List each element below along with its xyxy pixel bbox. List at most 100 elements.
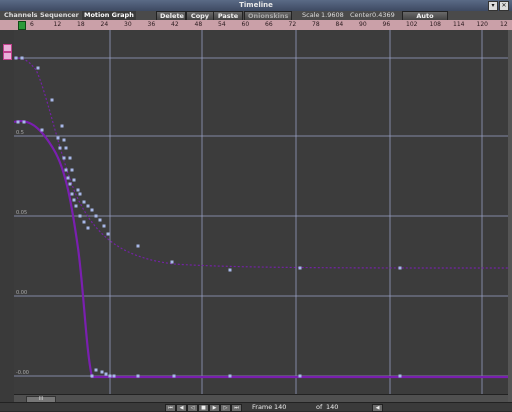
scale-value[interactable]: 1.9608 (321, 11, 344, 20)
keyframe-dot (72, 178, 76, 182)
keyframe-dot (228, 374, 232, 378)
ruler-tick: 120 (476, 21, 488, 28)
step-back-icon[interactable]: ◀ (176, 404, 187, 412)
keyframe-dot (22, 120, 26, 124)
keyframe-dot (136, 374, 140, 378)
play-reverse-icon[interactable]: ◁ (187, 404, 198, 412)
keyframe-dot (76, 188, 80, 192)
keyframe-dot (72, 198, 76, 202)
ruler-tick: 114 (453, 21, 465, 28)
keyframe-dot (70, 192, 74, 196)
ruler-tick: 36 (147, 21, 156, 28)
keyframe-dot (68, 182, 72, 186)
keyframe-dot (78, 214, 82, 218)
minimize-icon[interactable]: ▾ (488, 1, 498, 11)
keyframe-dot (60, 124, 64, 128)
ruler-tick: 60 (241, 21, 250, 28)
keyframe-dot (298, 374, 302, 378)
ruler-tick: 6 (30, 21, 34, 28)
main-curve (14, 119, 508, 379)
keyframe-dot (64, 168, 68, 172)
go-to-start-icon[interactable]: ⏮ (165, 404, 176, 412)
keyframe-dot (94, 368, 98, 372)
y-axis-label: 0.00 (16, 290, 27, 296)
tab-channels[interactable]: Channels (2, 11, 40, 20)
close-icon[interactable]: ✕ (499, 1, 509, 11)
insert-key-icon[interactable] (3, 44, 12, 52)
keyframe-dot (172, 374, 176, 378)
keyframe-dot (398, 374, 402, 378)
keyframe-dot (58, 146, 62, 150)
keyframe-dot (64, 146, 68, 150)
keyframe-dot (82, 200, 86, 204)
scroll-left-icon[interactable]: ◀ (372, 404, 383, 412)
tab-motion-graph[interactable]: Motion Graph (82, 11, 136, 20)
play-icon[interactable]: ▶ (209, 404, 220, 412)
keyframe-dot (102, 224, 106, 228)
ruler-tick: 48 (194, 21, 203, 28)
playhead-marker[interactable] (18, 21, 26, 30)
keyframe-dot (16, 120, 20, 124)
ruler-tick: 108 (429, 21, 441, 28)
keyframe-dot (94, 214, 98, 218)
keyframe-dot (68, 156, 72, 160)
scale-label: Scale (302, 11, 320, 19)
ruler-tick: 12 (53, 21, 62, 28)
keyframe-dot (90, 208, 94, 212)
y-axis-label: -0.00 (16, 370, 29, 376)
keyframe-dot (98, 218, 102, 222)
ruler-tick: 96 (382, 21, 391, 28)
y-axis-label: 0.05 (16, 210, 27, 216)
keyframe-dot (82, 220, 86, 224)
ruler-tick: 30 (124, 21, 132, 28)
keyframe-dot (50, 98, 54, 102)
range-icon[interactable] (3, 52, 12, 60)
keyframe-dot (74, 204, 78, 208)
ruler-tick: 78 (312, 21, 320, 28)
keyframe-dot (78, 192, 82, 196)
ruler-tick: 66 (265, 21, 273, 28)
go-to-end-icon[interactable]: ⏭ (231, 404, 242, 412)
left-toolstrip (0, 30, 15, 402)
keyframe-dot (36, 66, 40, 70)
center-value[interactable]: 0.4369 (372, 11, 395, 20)
ruler-tick: 24 (100, 21, 109, 28)
ruler-tick: 42 (171, 21, 179, 28)
keyframe-dot (40, 128, 44, 132)
keyframe-dot (14, 56, 18, 60)
ruler-tick: 12 (500, 21, 508, 28)
keyframe-dot (86, 226, 90, 230)
keyframe-dot (62, 156, 66, 160)
keyframe-dot (398, 266, 402, 270)
ruler-tick: 54 (218, 21, 226, 28)
keyframe-dot (298, 266, 302, 270)
keyframe-dot (112, 374, 116, 378)
stop-icon[interactable]: ■ (198, 404, 209, 412)
keyframe-dot (66, 176, 70, 180)
keyframe-dot (70, 168, 74, 172)
keyframe-dot (136, 244, 140, 248)
keyframe-dot (86, 204, 90, 208)
upper-curve (14, 57, 508, 269)
keyframe-dot (100, 370, 104, 374)
vertical-scrollbar[interactable] (508, 30, 512, 402)
keyframe-dot (108, 374, 112, 378)
ruler-tick: 84 (335, 21, 344, 28)
ruler-tick: 102 (406, 21, 418, 28)
keyframe-dot (90, 374, 94, 378)
keyframe-dot (106, 232, 110, 236)
window-title: Timeline (239, 1, 273, 9)
ruler-tick: 90 (359, 21, 367, 28)
y-axis-label: 0.5 (16, 130, 24, 136)
motion-graph-canvas[interactable]: 0.5 0.05 0.00 -0.00 (14, 30, 508, 402)
horizontal-scrollbar[interactable]: III (14, 394, 508, 403)
keyframe-dot (62, 138, 66, 142)
keyframe-dot (56, 136, 60, 140)
keyframe-dot (228, 268, 232, 272)
tab-sequencer[interactable]: Sequencer (38, 11, 81, 20)
keyframe-dot (170, 260, 174, 264)
ruler-tick: 72 (288, 21, 297, 28)
motion-graph-svg[interactable]: 0.5 0.05 0.00 -0.00 (14, 30, 508, 402)
keyframe-dot (20, 56, 24, 60)
step-forward-icon[interactable]: ▷ (220, 404, 231, 412)
